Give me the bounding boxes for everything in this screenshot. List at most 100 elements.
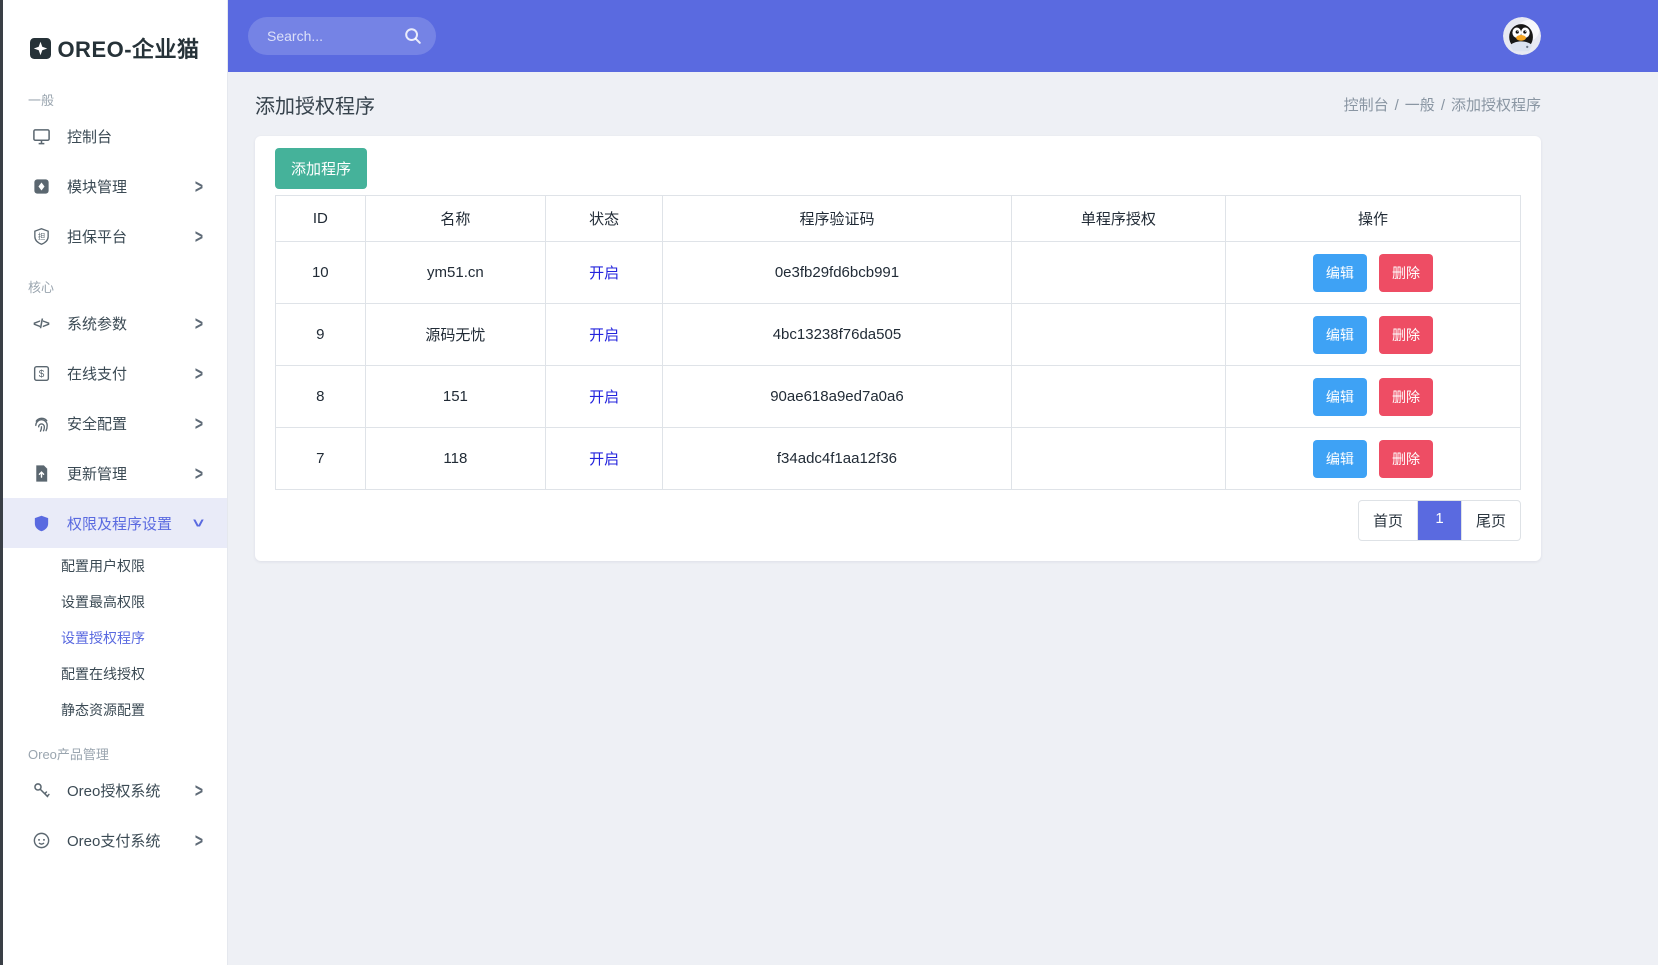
- delete-button[interactable]: 删除: [1379, 254, 1433, 292]
- sidebar-item-security[interactable]: 安全配置 >: [3, 398, 227, 448]
- submenu-item-auth-program[interactable]: 设置授权程序: [3, 620, 227, 656]
- cell-single-auth: [1011, 242, 1225, 304]
- cell-code: 0e3fb29fd6bcb991: [663, 242, 1012, 304]
- status-toggle-link[interactable]: 开启: [589, 451, 619, 468]
- cell-name: 源码无忧: [365, 304, 546, 366]
- submenu-item-online-auth[interactable]: 配置在线授权: [3, 656, 227, 692]
- sidebar-item-label: 安全配置: [67, 413, 127, 434]
- cell-code: f34adc4f1aa12f36: [663, 428, 1012, 490]
- page-header: 添加授权程序 控制台 一般 添加授权程序: [228, 72, 1658, 136]
- chevron-right-icon: >: [195, 829, 203, 851]
- chevron-right-icon: >: [195, 462, 203, 484]
- chevron-right-icon: >: [195, 312, 203, 334]
- breadcrumb: 控制台 一般 添加授权程序: [1344, 94, 1541, 115]
- file-update-icon: [30, 464, 52, 483]
- status-toggle-link[interactable]: 开启: [589, 389, 619, 406]
- sidebar-item-label: 担保平台: [67, 226, 127, 247]
- header-id: ID: [276, 196, 366, 242]
- sidebar-item-console[interactable]: 控制台: [3, 111, 227, 161]
- module-box-icon: [30, 177, 52, 196]
- user-avatar[interactable]: [1503, 17, 1541, 55]
- sidebar-item-label: 权限及程序设置: [67, 513, 172, 534]
- sidebar-item-label: 在线支付: [67, 363, 127, 384]
- pagination-last[interactable]: 尾页: [1462, 501, 1520, 540]
- delete-button[interactable]: 删除: [1379, 440, 1433, 478]
- sidebar-item-label: 控制台: [67, 126, 112, 147]
- face-icon: [30, 831, 52, 850]
- sidebar-item-modules[interactable]: 模块管理 >: [3, 161, 227, 211]
- main-content: 添加授权程序 控制台 一般 添加授权程序 添加程序 ID 名称 状态 程序验证码…: [228, 72, 1658, 965]
- edit-button[interactable]: 编辑: [1313, 378, 1367, 416]
- cell-code: 4bc13238f76da505: [663, 304, 1012, 366]
- status-toggle-link[interactable]: 开启: [589, 265, 619, 282]
- sidebar-section-core: 核心: [28, 277, 227, 296]
- table-row: 9 源码无忧 开启 4bc13238f76da505 编辑 删除: [276, 304, 1521, 366]
- programs-table: ID 名称 状态 程序验证码 单程序授权 操作 10 ym51.cn 开启 0e…: [275, 195, 1521, 490]
- cell-id: 10: [276, 242, 366, 304]
- pagination: 首页 1 尾页: [1358, 500, 1521, 541]
- sidebar: OREO-企业猫 一般 控制台 模块管理 > 担 担保平台 > 核心: [0, 0, 228, 965]
- sidebar-item-label: 模块管理: [67, 176, 127, 197]
- submenu-item-static-res[interactable]: 静态资源配置: [3, 692, 227, 728]
- delete-button[interactable]: 删除: [1379, 316, 1433, 354]
- cell-single-auth: [1011, 428, 1225, 490]
- table-row: 10 ym51.cn 开启 0e3fb29fd6bcb991 编辑 删除: [276, 242, 1521, 304]
- chevron-right-icon: >: [195, 362, 203, 384]
- key-icon: [30, 781, 52, 800]
- chevron-down-icon: >: [188, 519, 210, 527]
- delete-button[interactable]: 删除: [1379, 378, 1433, 416]
- chevron-right-icon: >: [195, 412, 203, 434]
- edit-button[interactable]: 编辑: [1313, 254, 1367, 292]
- table-row: 7 118 开启 f34adc4f1aa12f36 编辑 删除: [276, 428, 1521, 490]
- sidebar-item-update[interactable]: 更新管理 >: [3, 448, 227, 498]
- breadcrumb-console[interactable]: 控制台: [1344, 94, 1389, 115]
- search-box: [248, 17, 436, 55]
- submenu-item-max-perm[interactable]: 设置最高权限: [3, 584, 227, 620]
- pagination-page-1[interactable]: 1: [1418, 501, 1462, 540]
- sidebar-section-general: 一般: [28, 90, 227, 109]
- shield-icon: [30, 514, 52, 533]
- sidebar-item-sysparams[interactable]: </> 系统参数 >: [3, 298, 227, 348]
- table-header-row: ID 名称 状态 程序验证码 单程序授权 操作: [276, 196, 1521, 242]
- sidebar-item-label: 更新管理: [67, 463, 127, 484]
- svg-text:担: 担: [37, 230, 45, 240]
- sidebar-item-oreo-auth[interactable]: Oreo授权系统 >: [3, 765, 227, 815]
- pagination-row: 首页 1 尾页: [275, 500, 1521, 541]
- breadcrumb-general[interactable]: 一般: [1395, 94, 1435, 115]
- brand-title: OREO-企业猫: [57, 32, 199, 64]
- sidebar-item-label: Oreo支付系统: [67, 830, 160, 851]
- cell-single-auth: [1011, 366, 1225, 428]
- cell-id: 9: [276, 304, 366, 366]
- chevron-right-icon: >: [195, 175, 203, 197]
- sidebar-item-oreo-pay[interactable]: Oreo支付系统 >: [3, 815, 227, 865]
- search-icon[interactable]: [403, 26, 423, 46]
- brand-logo[interactable]: OREO-企业猫: [3, 0, 227, 74]
- header-code: 程序验证码: [663, 196, 1012, 242]
- guarantee-shield-icon: 担: [30, 227, 52, 246]
- pagination-first[interactable]: 首页: [1359, 501, 1418, 540]
- edit-button[interactable]: 编辑: [1313, 440, 1367, 478]
- dollar-square-icon: $: [30, 364, 52, 383]
- header-name: 名称: [365, 196, 546, 242]
- cell-id: 7: [276, 428, 366, 490]
- sidebar-item-label: 系统参数: [67, 313, 127, 334]
- add-program-button[interactable]: 添加程序: [275, 148, 367, 189]
- submenu-item-user-perm[interactable]: 配置用户权限: [3, 548, 227, 584]
- code-icon: </>: [30, 316, 52, 331]
- status-toggle-link[interactable]: 开启: [589, 327, 619, 344]
- permissions-submenu: 配置用户权限 设置最高权限 设置授权程序 配置在线授权 静态资源配置: [3, 548, 227, 728]
- sidebar-item-guarantee[interactable]: 担 担保平台 >: [3, 211, 227, 261]
- sidebar-item-permissions[interactable]: 权限及程序设置 >: [3, 498, 227, 548]
- topbar: [228, 0, 1658, 72]
- sidebar-item-payment[interactable]: $ 在线支付 >: [3, 348, 227, 398]
- cell-id: 8: [276, 366, 366, 428]
- chevron-right-icon: >: [195, 779, 203, 801]
- svg-text:$: $: [38, 369, 44, 380]
- sidebar-item-label: Oreo授权系统: [67, 780, 160, 801]
- cell-single-auth: [1011, 304, 1225, 366]
- cell-name: 118: [365, 428, 546, 490]
- edit-button[interactable]: 编辑: [1313, 316, 1367, 354]
- fingerprint-icon: [30, 414, 52, 433]
- cell-name: 151: [365, 366, 546, 428]
- header-status: 状态: [546, 196, 663, 242]
